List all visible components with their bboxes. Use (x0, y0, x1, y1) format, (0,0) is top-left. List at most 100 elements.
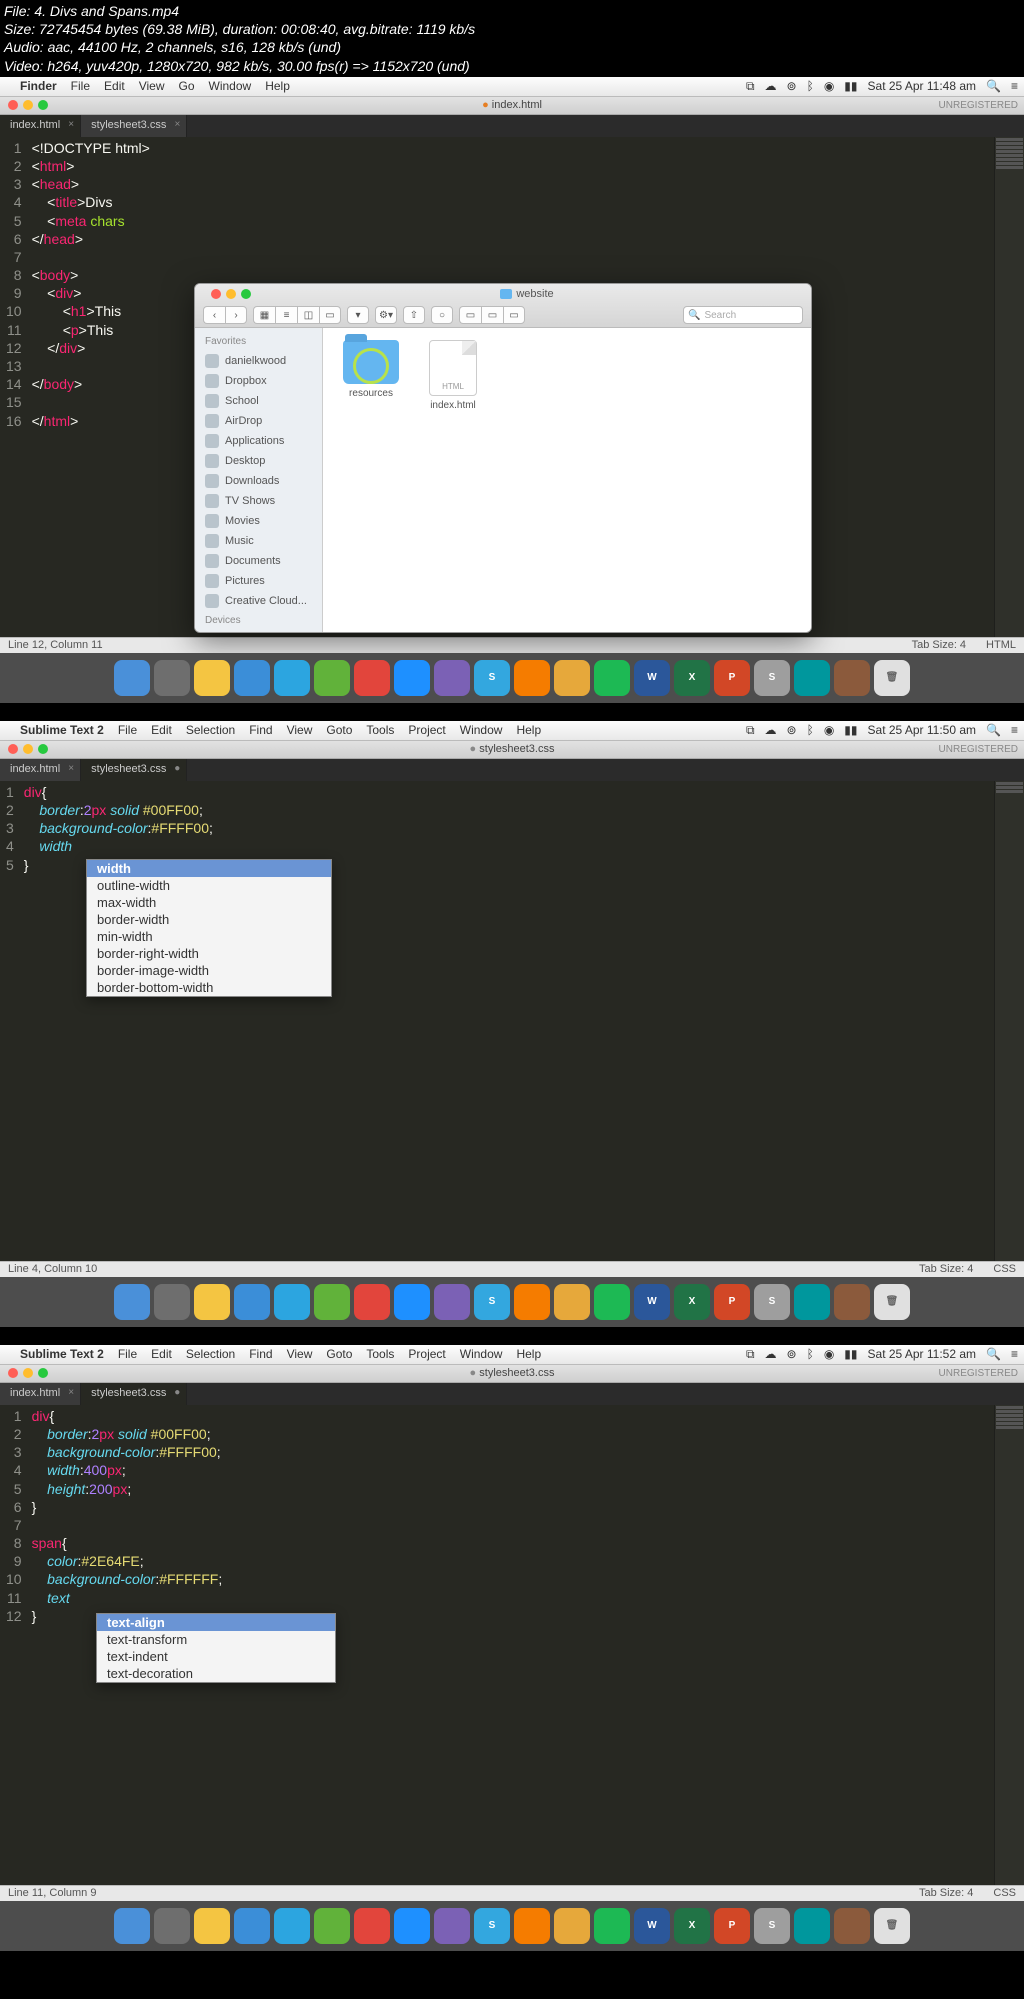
dock-itunes-icon[interactable] (354, 660, 390, 696)
menu-window[interactable]: Window (209, 79, 252, 93)
sidebar-item[interactable]: AirDrop (195, 411, 322, 431)
zoom-button[interactable] (38, 1368, 48, 1378)
arrange-button[interactable]: ▾ (347, 306, 369, 324)
menu-file[interactable]: File (118, 1347, 137, 1361)
dock-app-icon[interactable] (314, 660, 350, 696)
dock-itunes-icon[interactable] (354, 1908, 390, 1944)
dock-app-icon[interactable] (834, 660, 870, 696)
dock-app-icon[interactable] (514, 1284, 550, 1320)
dock-app-icon[interactable] (314, 1908, 350, 1944)
dock-appstore-icon[interactable] (394, 1908, 430, 1944)
close-button[interactable] (8, 744, 18, 754)
minimap[interactable] (994, 137, 1024, 637)
dock-appstore-icon[interactable] (394, 1284, 430, 1320)
dock-mail-icon[interactable] (234, 1908, 270, 1944)
menu-edit[interactable]: Edit (151, 723, 172, 737)
autocomplete-item[interactable]: border-right-width (87, 945, 331, 962)
dock-skype-icon[interactable]: S (474, 660, 510, 696)
tab-size[interactable]: Tab Size: 4 (912, 639, 966, 651)
dock-finder-icon[interactable] (114, 660, 150, 696)
menu-go[interactable]: Go (179, 79, 195, 93)
dock-appstore-icon[interactable] (394, 660, 430, 696)
menu-goto[interactable]: Goto (326, 723, 352, 737)
zoom-button[interactable] (38, 100, 48, 110)
dock-itunes-icon[interactable] (354, 1284, 390, 1320)
dock-trash-icon[interactable]: 🗑 (874, 660, 910, 696)
menu-selection[interactable]: Selection (186, 1347, 235, 1361)
autocomplete-item[interactable]: width (87, 860, 331, 877)
autocomplete-item[interactable]: min-width (87, 928, 331, 945)
close-icon[interactable]: × (175, 119, 181, 130)
dropbox-icon[interactable]: ⧉ (746, 79, 755, 94)
cloud-icon[interactable]: ☁ (765, 79, 777, 93)
menu-find[interactable]: Find (249, 1347, 272, 1361)
autocomplete-item[interactable]: text-indent (97, 1648, 335, 1665)
dock-app-icon[interactable] (514, 660, 550, 696)
quicklook-button[interactable]: ▭ (459, 306, 481, 324)
dock-sublime-icon[interactable]: S (754, 1284, 790, 1320)
dirty-icon[interactable]: ● (174, 763, 180, 774)
autocomplete-item[interactable]: text-transform (97, 1631, 335, 1648)
code-editor[interactable]: 123456789101112 div{ border:2px solid #0… (0, 1405, 1024, 1885)
dock-launchpad-icon[interactable] (154, 1284, 190, 1320)
code-content[interactable]: div{ border:2px solid #00FF00; backgroun… (24, 781, 994, 1261)
dock-app-icon[interactable] (434, 1908, 470, 1944)
tab-index-html[interactable]: index.html× (0, 1383, 81, 1405)
sidebar-item[interactable]: Desktop (195, 451, 322, 471)
dock-spotify-icon[interactable] (594, 1908, 630, 1944)
close-icon[interactable]: × (68, 1387, 74, 1398)
dock-launchpad-icon[interactable] (154, 1908, 190, 1944)
tab-stylesheet[interactable]: stylesheet3.css× (81, 115, 187, 137)
forward-button[interactable]: › (225, 306, 247, 324)
cursor-position[interactable]: Line 4, Column 10 (8, 1263, 97, 1275)
icon-view[interactable]: ▦ (253, 306, 275, 324)
tab-index-html[interactable]: index.html× (0, 759, 81, 781)
sidebar-item[interactable]: Documents (195, 551, 322, 571)
list-view[interactable]: ≡ (275, 306, 297, 324)
dock-safari-icon[interactable] (274, 660, 310, 696)
dock-powerpoint-icon[interactable]: P (714, 1908, 750, 1944)
menu-project[interactable]: Project (408, 1347, 445, 1361)
cursor-position[interactable]: Line 12, Column 11 (8, 639, 103, 651)
dock-spotify-icon[interactable] (594, 660, 630, 696)
sidebar-item[interactable]: Downloads (195, 471, 322, 491)
dock-mail-icon[interactable] (234, 1284, 270, 1320)
dock-sublime-icon[interactable]: S (754, 660, 790, 696)
app-name[interactable]: Finder (20, 79, 57, 93)
dock-powerpoint-icon[interactable]: P (714, 660, 750, 696)
bluetooth-icon[interactable]: ᛒ (807, 79, 814, 93)
autocomplete-item[interactable]: max-width (87, 894, 331, 911)
autocomplete-item[interactable]: border-width (87, 911, 331, 928)
close-button[interactable] (8, 1368, 18, 1378)
dock-arduino-icon[interactable] (794, 660, 830, 696)
sidebar-item[interactable]: Music (195, 531, 322, 551)
sidebar-item[interactable]: Applications (195, 431, 322, 451)
finder-window[interactable]: website ‹› ▦≡◫▭ ▾ ⚙▾ ⇧ ○ ▭▭▭ 🔍Search Fav… (194, 283, 812, 633)
spotlight-icon[interactable]: 🔍 (986, 723, 1001, 737)
bluetooth-icon[interactable]: ᛒ (807, 1347, 814, 1361)
wifi-icon[interactable]: ◉ (824, 1347, 834, 1361)
dock-trash-icon[interactable]: 🗑 (874, 1284, 910, 1320)
column-view[interactable]: ◫ (297, 306, 319, 324)
tab-stylesheet[interactable]: stylesheet3.css● (81, 759, 187, 781)
autocomplete-item[interactable]: outline-width (87, 877, 331, 894)
syntax-language[interactable]: HTML (986, 639, 1016, 651)
dock-arduino-icon[interactable] (794, 1908, 830, 1944)
sidebar-item[interactable]: Movies (195, 511, 322, 531)
dock-safari-icon[interactable] (274, 1908, 310, 1944)
dock-app-icon[interactable] (834, 1284, 870, 1320)
menu-view[interactable]: View (139, 79, 165, 93)
menu-goto[interactable]: Goto (326, 1347, 352, 1361)
headset-icon[interactable]: ⊚ (787, 1347, 797, 1361)
headset-icon[interactable]: ⊚ (787, 723, 797, 737)
sidebar-item[interactable]: Dropbox (195, 371, 322, 391)
sidebar-item[interactable]: TV Shows (195, 491, 322, 511)
menu-view[interactable]: View (287, 723, 313, 737)
cloud-icon[interactable]: ☁ (765, 723, 777, 737)
cursor-position[interactable]: Line 11, Column 9 (8, 1887, 96, 1899)
code-editor[interactable]: 12345 div{ border:2px solid #00FF00; bac… (0, 781, 1024, 1261)
dock-excel-icon[interactable]: X (674, 1284, 710, 1320)
menu-icon[interactable]: ≡ (1011, 79, 1018, 93)
menu-project[interactable]: Project (408, 723, 445, 737)
close-button[interactable] (211, 289, 221, 299)
